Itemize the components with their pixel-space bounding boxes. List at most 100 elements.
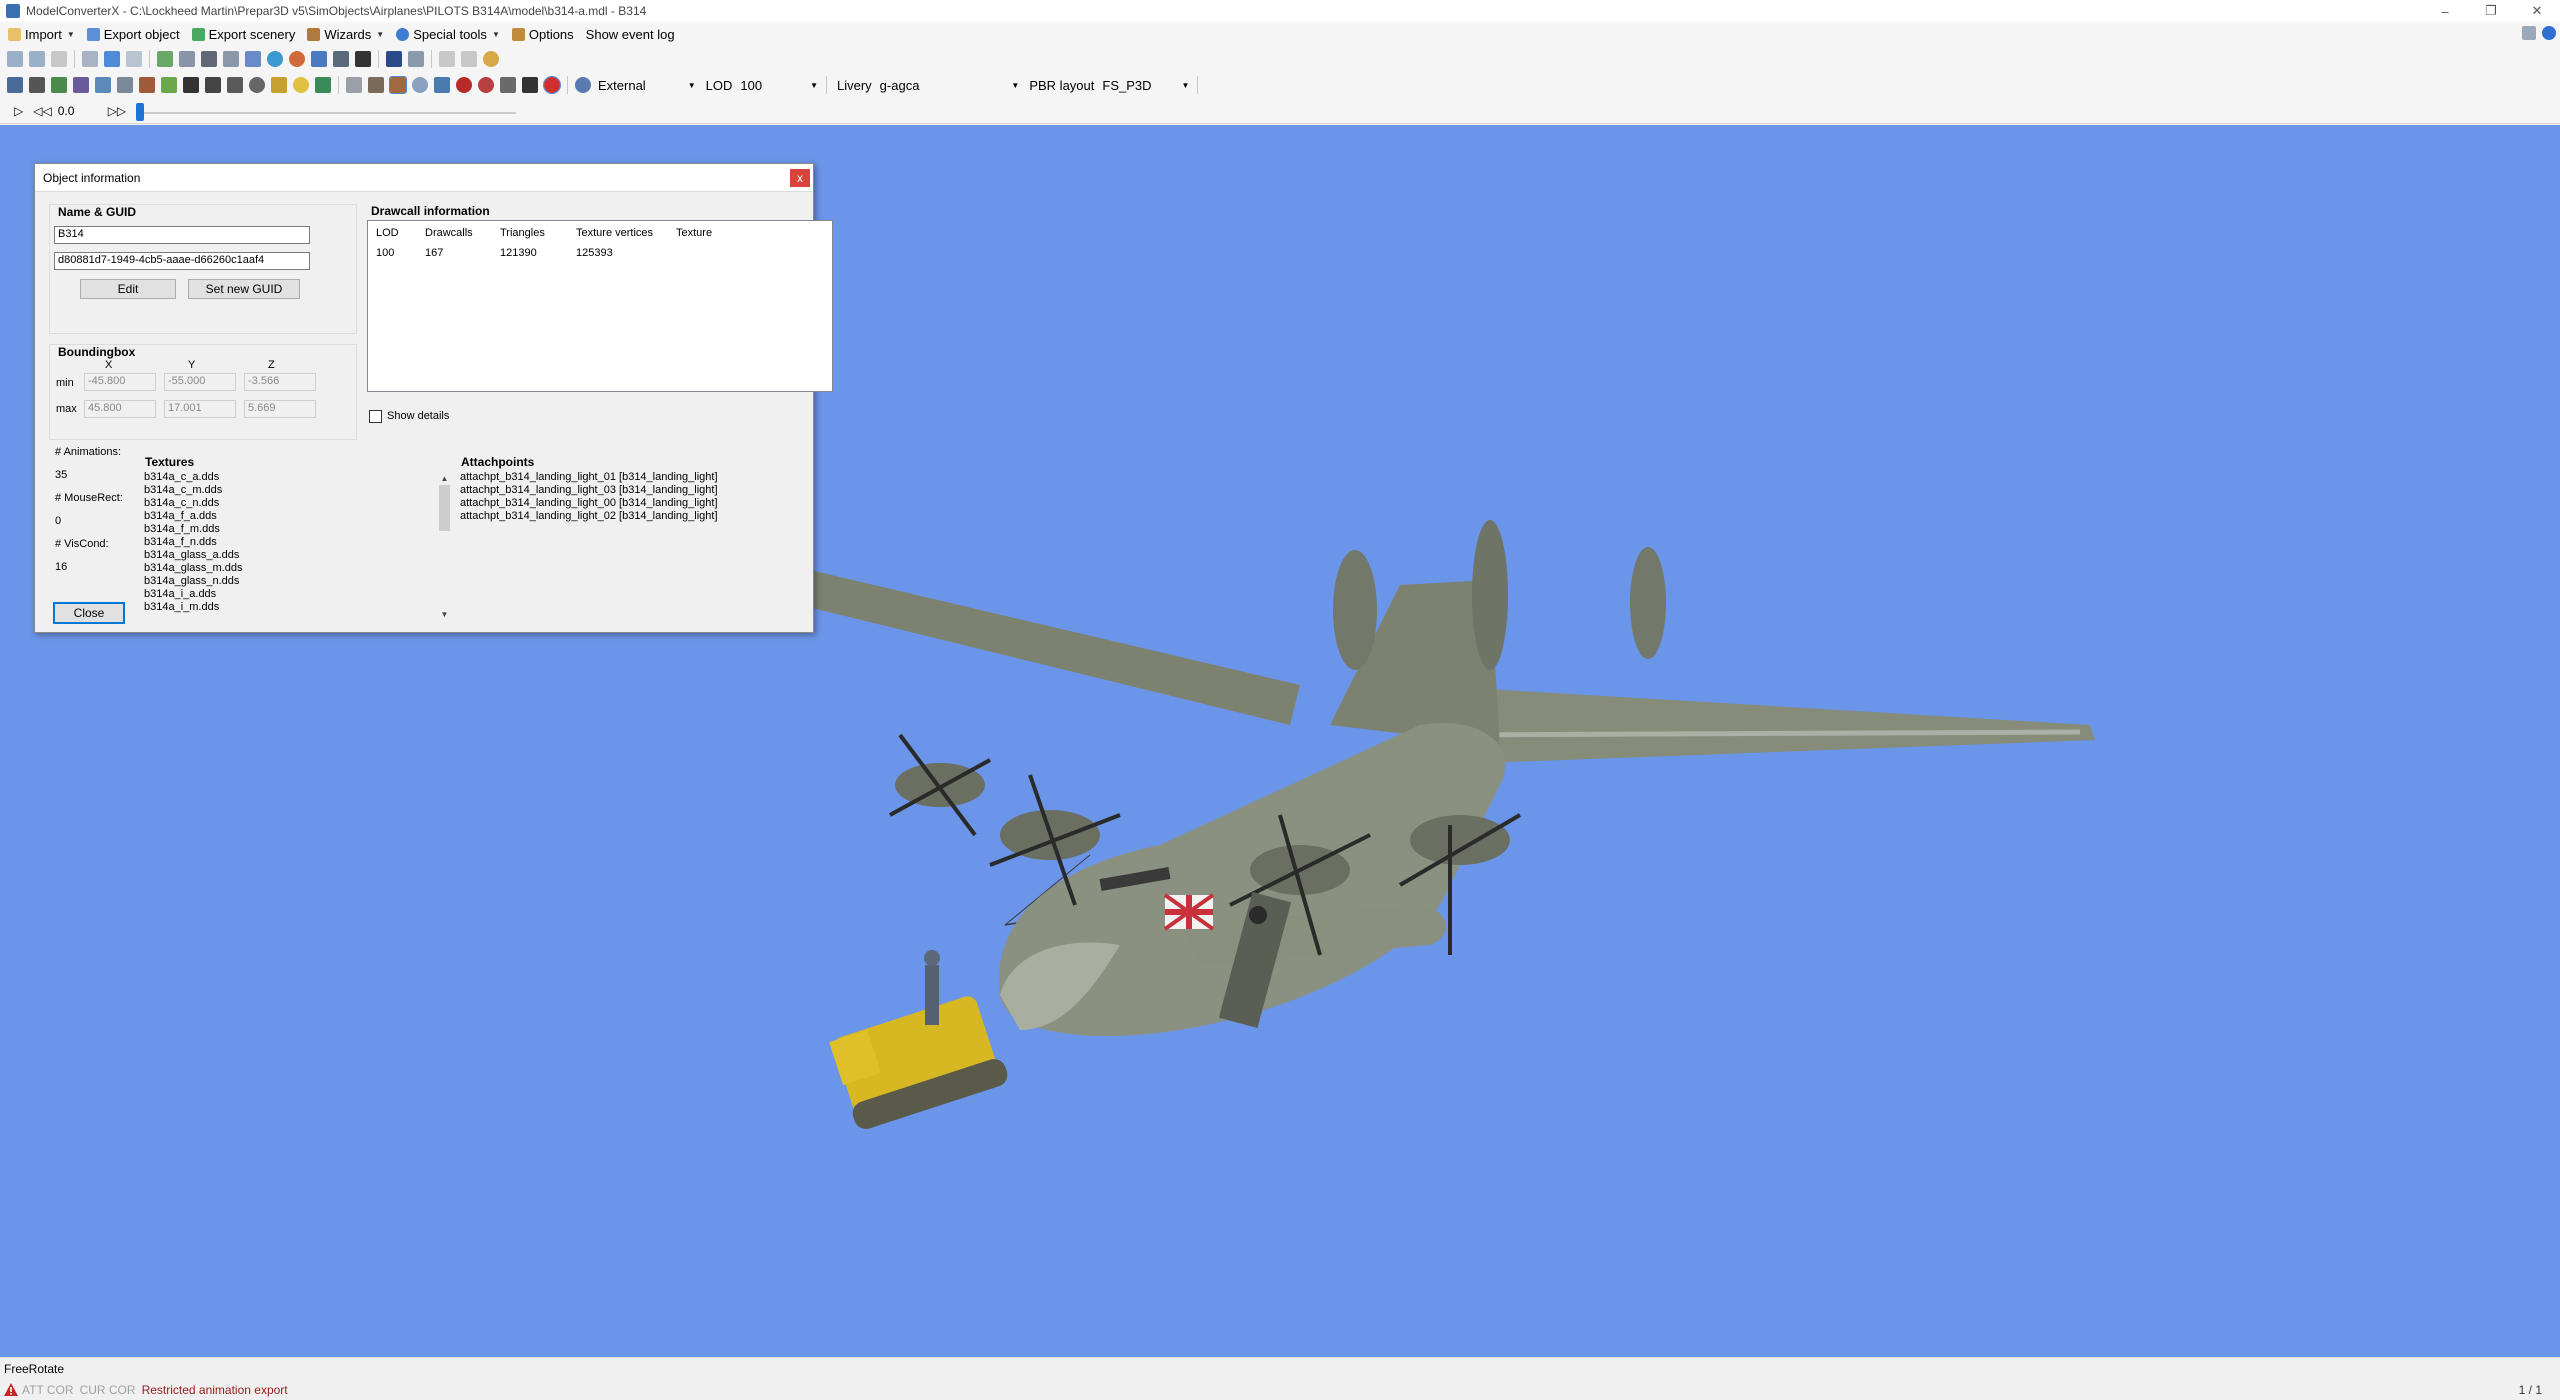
pin-icon[interactable] bbox=[104, 51, 120, 67]
column-texture[interactable]: Texture bbox=[676, 227, 712, 239]
bulb-icon[interactable] bbox=[293, 77, 309, 93]
column-drawcalls[interactable]: Drawcalls bbox=[425, 227, 473, 239]
help-icon[interactable] bbox=[2542, 26, 2556, 40]
status-message[interactable]: Restricted animation export bbox=[142, 1383, 288, 1397]
texture-item[interactable]: b314a_f_n.dds bbox=[144, 536, 444, 549]
record-icon[interactable] bbox=[456, 77, 472, 93]
attachpoint-item[interactable]: attachpt_b314_landing_light_00 [b314_lan… bbox=[460, 497, 800, 510]
view-mode-select[interactable]: External ▼ bbox=[594, 75, 700, 95]
menu-import[interactable]: Import ▼ bbox=[2, 23, 81, 45]
column-lod[interactable]: LOD bbox=[376, 227, 399, 239]
image-icon[interactable] bbox=[179, 51, 195, 67]
shadow-icon[interactable] bbox=[522, 77, 538, 93]
page-icon[interactable] bbox=[51, 51, 67, 67]
minimize-icon[interactable]: – bbox=[2422, 0, 2468, 22]
arrow-icon[interactable] bbox=[205, 77, 221, 93]
attachpoint-item[interactable]: attachpt_b314_landing_light_02 [b314_lan… bbox=[460, 510, 800, 523]
document-icon[interactable] bbox=[408, 51, 424, 67]
menu-show-event-log[interactable]: Show event log bbox=[580, 23, 681, 45]
column-texture-vertices[interactable]: Texture vertices bbox=[576, 227, 653, 239]
solid-icon[interactable] bbox=[368, 77, 384, 93]
star-icon[interactable] bbox=[271, 77, 287, 93]
texture-item[interactable]: b314a_glass_m.dds bbox=[144, 562, 444, 575]
close-icon[interactable]: ✕ bbox=[2514, 0, 2560, 22]
pointer-icon[interactable] bbox=[29, 77, 45, 93]
close-button[interactable]: Close bbox=[53, 602, 125, 624]
sphere-icon[interactable] bbox=[412, 77, 428, 93]
forward-icon[interactable] bbox=[29, 51, 45, 67]
textures-list[interactable]: b314a_c_a.dds b314a_c_m.dds b314a_c_n.dd… bbox=[144, 471, 444, 619]
textured-icon[interactable] bbox=[389, 76, 407, 94]
scroll-thumb[interactable] bbox=[439, 485, 450, 531]
textures-scrollbar[interactable]: ▲ ▼ bbox=[436, 471, 453, 621]
texture-item[interactable]: b314a_c_m.dds bbox=[144, 484, 444, 497]
texture-item[interactable]: b314a_glass_n.dds bbox=[144, 575, 444, 588]
texture-item[interactable]: b314a_glass_a.dds bbox=[144, 549, 444, 562]
save-icon[interactable] bbox=[386, 51, 402, 67]
fast-forward-icon[interactable]: ▷▷ bbox=[108, 104, 126, 118]
tools-icon[interactable] bbox=[333, 51, 349, 67]
layout-icon[interactable] bbox=[2522, 26, 2536, 40]
back-icon[interactable] bbox=[7, 51, 23, 67]
cross-icon[interactable] bbox=[183, 77, 199, 93]
attachpoints-list[interactable]: attachpt_b314_landing_light_01 [b314_lan… bbox=[460, 471, 800, 531]
texture-item[interactable]: b314a_i_m.dds bbox=[144, 601, 444, 614]
link-icon[interactable] bbox=[73, 77, 89, 93]
menu-export-object[interactable]: Export object bbox=[81, 23, 186, 45]
list-icon[interactable] bbox=[126, 51, 142, 67]
texture-item[interactable]: b314a_c_n.dds bbox=[144, 497, 444, 510]
texture-item[interactable]: b314a_f_a.dds bbox=[144, 510, 444, 523]
animation-slider[interactable] bbox=[136, 101, 517, 121]
object-name-field[interactable]: B314 bbox=[54, 226, 310, 244]
column-triangles[interactable]: Triangles bbox=[500, 227, 545, 239]
frame-icon[interactable] bbox=[245, 51, 261, 67]
lod-select[interactable]: 100 ▼ bbox=[736, 75, 822, 95]
play-icon[interactable]: ▷ bbox=[14, 104, 23, 118]
target-icon[interactable] bbox=[249, 77, 265, 93]
set-new-guid-button[interactable]: Set new GUID bbox=[188, 279, 300, 299]
scenery-icon[interactable] bbox=[161, 77, 177, 93]
scroll-down-icon[interactable]: ▼ bbox=[436, 607, 453, 621]
restore-icon[interactable]: ❐ bbox=[2468, 0, 2514, 22]
material-icon[interactable] bbox=[139, 77, 155, 93]
person-icon[interactable] bbox=[355, 51, 371, 67]
apple-icon[interactable] bbox=[543, 76, 561, 94]
zoom-icon[interactable] bbox=[82, 51, 98, 67]
menu-export-scenery[interactable]: Export scenery bbox=[186, 23, 302, 45]
scroll-up-icon[interactable]: ▲ bbox=[436, 471, 453, 485]
layers-icon[interactable] bbox=[311, 51, 327, 67]
mesh-icon[interactable] bbox=[95, 77, 111, 93]
texture-item[interactable]: b314a_c_a.dds bbox=[144, 471, 444, 484]
dialog-close-button[interactable]: x bbox=[790, 169, 810, 187]
no-entry-icon[interactable] bbox=[478, 77, 494, 93]
wireframe-icon[interactable] bbox=[346, 77, 362, 93]
show-details-checkbox[interactable] bbox=[369, 410, 382, 423]
palette-icon[interactable] bbox=[289, 51, 305, 67]
globe-icon[interactable] bbox=[267, 51, 283, 67]
select-icon[interactable] bbox=[7, 77, 23, 93]
menu-special-tools[interactable]: Special tools ▼ bbox=[390, 23, 506, 45]
menu-options[interactable]: Options bbox=[506, 23, 580, 45]
node-icon[interactable] bbox=[51, 77, 67, 93]
undo-icon[interactable] bbox=[439, 51, 455, 67]
box-icon[interactable] bbox=[117, 77, 133, 93]
texture-item[interactable]: b314a_f_m.dds bbox=[144, 523, 444, 536]
tree-icon[interactable] bbox=[315, 77, 331, 93]
axis-icon[interactable] bbox=[434, 77, 450, 93]
texture-item[interactable]: b314a_i_a.dds bbox=[144, 588, 444, 601]
texture-icon[interactable] bbox=[223, 51, 239, 67]
step-back-icon[interactable]: ◁◁ bbox=[33, 104, 51, 118]
attachpoint-item[interactable]: attachpt_b314_landing_light_03 [b314_lan… bbox=[460, 484, 800, 497]
grid-icon[interactable] bbox=[157, 51, 173, 67]
guid-field[interactable]: d80881d7-1949-4cb5-aaae-d66260c1aaf4 bbox=[54, 252, 310, 270]
drawcall-table[interactable]: LOD Drawcalls Triangles Texture vertices… bbox=[367, 220, 833, 392]
film-icon[interactable] bbox=[201, 51, 217, 67]
menu-wizards[interactable]: Wizards ▼ bbox=[301, 23, 390, 45]
grid-view-icon[interactable] bbox=[500, 77, 516, 93]
camera-icon[interactable] bbox=[227, 77, 243, 93]
livery-select[interactable]: g-agca ▼ bbox=[876, 75, 1024, 95]
pbr-layout-select[interactable]: FS_P3D ▼ bbox=[1098, 75, 1193, 95]
refresh-icon[interactable] bbox=[483, 51, 499, 67]
slider-thumb[interactable] bbox=[136, 102, 145, 121]
attachpoint-item[interactable]: attachpt_b314_landing_light_01 [b314_lan… bbox=[460, 471, 800, 484]
